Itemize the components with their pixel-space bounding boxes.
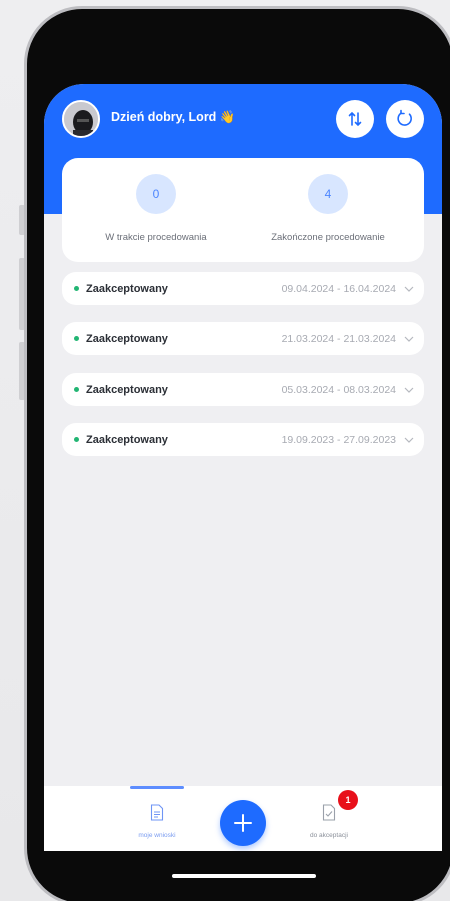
stat-completed[interactable]: 4 Zakończone procedowanie	[238, 174, 418, 243]
status-dot	[74, 336, 79, 341]
refresh-icon	[397, 109, 412, 126]
add-request-button[interactable]	[220, 800, 266, 846]
status-dot	[74, 437, 79, 442]
phone-bottom-bezel	[44, 851, 442, 873]
tab-to-accept-label: do akceptacji	[310, 832, 348, 839]
notification-badge: 1	[338, 790, 358, 810]
stat-completed-count: 4	[308, 174, 348, 214]
stat-in-progress-label: W trakcie procedowania	[105, 232, 207, 243]
request-dates: 09.04.2024 - 16.04.2024	[281, 282, 396, 295]
status-dot	[74, 387, 79, 392]
request-dates: 05.03.2024 - 08.03.2024	[281, 383, 396, 396]
greeting-text: Dzień dobry, Lord 👋	[111, 110, 236, 124]
document-check-icon	[322, 804, 336, 821]
stat-completed-label: Zakończone procedowanie	[271, 232, 385, 243]
chevron-down-icon[interactable]	[404, 336, 414, 342]
request-row[interactable]: Zaakceptowany 09.04.2024 - 16.04.2024	[62, 272, 424, 305]
app-screen: Dzień dobry, Lord 👋 0 W trakcie procedow…	[44, 84, 442, 857]
stat-in-progress-count: 0	[136, 174, 176, 214]
refresh-button[interactable]	[386, 100, 424, 138]
request-dates: 21.03.2024 - 21.03.2024	[281, 332, 396, 345]
sort-button[interactable]	[336, 100, 374, 138]
request-status: Zaakceptowany	[86, 282, 168, 295]
request-row[interactable]: Zaakceptowany 05.03.2024 - 08.03.2024	[62, 373, 424, 406]
home-indicator[interactable]	[172, 874, 316, 878]
plus-icon	[234, 814, 252, 832]
request-status: Zaakceptowany	[86, 332, 168, 345]
stats-card: 0 W trakcie procedowania 4 Zakończone pr…	[62, 158, 424, 262]
request-status: Zaakceptowany	[86, 433, 168, 446]
page-background: Dzień dobry, Lord 👋 0 W trakcie procedow…	[0, 0, 450, 901]
active-tab-indicator	[130, 786, 184, 789]
sort-icon	[348, 111, 362, 127]
chevron-down-icon[interactable]	[404, 286, 414, 292]
request-row[interactable]: Zaakceptowany 19.09.2023 - 27.09.2023	[62, 423, 424, 456]
bottom-navigation: moje wnioski do akceptacji 1	[44, 786, 442, 857]
status-dot	[74, 286, 79, 291]
request-dates: 19.09.2023 - 27.09.2023	[281, 433, 396, 446]
chevron-down-icon[interactable]	[404, 437, 414, 443]
chevron-down-icon[interactable]	[404, 387, 414, 393]
avatar[interactable]	[62, 100, 100, 138]
request-row[interactable]: Zaakceptowany 21.03.2024 - 21.03.2024	[62, 322, 424, 355]
document-icon	[150, 804, 164, 821]
tab-my-requests-label: moje wnioski	[138, 832, 176, 839]
stat-in-progress[interactable]: 0 W trakcie procedowania	[66, 174, 246, 243]
tab-my-requests[interactable]: moje wnioski	[127, 804, 187, 839]
request-status: Zaakceptowany	[86, 383, 168, 396]
